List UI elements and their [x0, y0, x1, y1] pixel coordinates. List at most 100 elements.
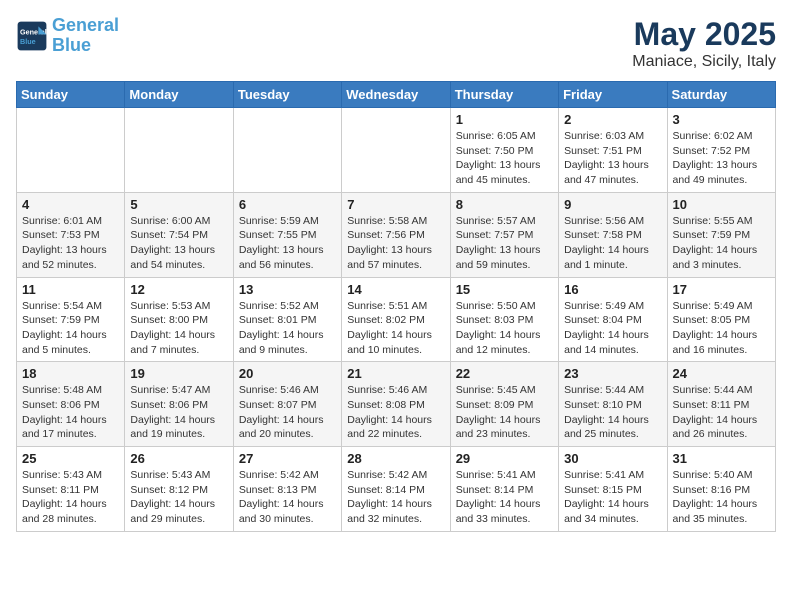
- table-row: 21 Sunrise: 5:46 AMSunset: 8:08 PMDayligh…: [342, 362, 450, 447]
- day-info: Sunrise: 5:57 AMSunset: 7:57 PMDaylight:…: [456, 214, 553, 273]
- day-info: Sunrise: 6:02 AMSunset: 7:52 PMDaylight:…: [673, 129, 770, 188]
- table-row: 16 Sunrise: 5:49 AMSunset: 8:04 PMDayligh…: [559, 277, 667, 362]
- day-info: Sunrise: 5:44 AMSunset: 8:10 PMDaylight:…: [564, 383, 661, 442]
- day-number: 18: [22, 366, 119, 381]
- table-row: 8 Sunrise: 5:57 AMSunset: 7:57 PMDaylight…: [450, 192, 558, 277]
- day-info: Sunrise: 6:05 AMSunset: 7:50 PMDaylight:…: [456, 129, 553, 188]
- table-row: 24Sunrise: 5:44 AMSunset: 8:11 PMDayligh…: [667, 362, 775, 447]
- day-info: Sunrise: 5:46 AMSunset: 8:08 PMDaylight:…: [347, 383, 444, 442]
- day-info: Sunrise: 5:52 AMSunset: 8:01 PMDaylight:…: [239, 299, 336, 358]
- table-row: 23 Sunrise: 5:44 AMSunset: 8:10 PMDayligh…: [559, 362, 667, 447]
- day-info: Sunrise: 6:00 AMSunset: 7:54 PMDaylight:…: [130, 214, 227, 273]
- calendar-header-saturday: Saturday: [667, 82, 775, 108]
- table-row: 2 Sunrise: 6:03 AMSunset: 7:51 PMDaylight…: [559, 108, 667, 193]
- day-number: 13: [239, 282, 336, 297]
- day-number: 17: [673, 282, 770, 297]
- day-number: 10: [673, 197, 770, 212]
- day-number: 12: [130, 282, 227, 297]
- day-number: 23: [564, 366, 661, 381]
- day-number: 25: [22, 451, 119, 466]
- calendar-header-wednesday: Wednesday: [342, 82, 450, 108]
- calendar-week-1: 1 Sunrise: 6:05 AMSunset: 7:50 PMDaylight…: [17, 108, 776, 193]
- table-row: 13 Sunrise: 5:52 AMSunset: 8:01 PMDayligh…: [233, 277, 341, 362]
- day-info: Sunrise: 6:01 AMSunset: 7:53 PMDaylight:…: [22, 214, 119, 273]
- day-info: Sunrise: 5:50 AMSunset: 8:03 PMDaylight:…: [456, 299, 553, 358]
- location: Maniace, Sicily, Italy: [632, 53, 776, 71]
- logo: General Blue GeneralBlue: [16, 16, 119, 56]
- day-number: 27: [239, 451, 336, 466]
- page-header: General Blue GeneralBlue May 2025 Maniac…: [16, 16, 776, 71]
- table-row: 29 Sunrise: 5:41 AMSunset: 8:14 PMDayligh…: [450, 447, 558, 532]
- day-info: Sunrise: 5:47 AMSunset: 8:06 PMDaylight:…: [130, 383, 227, 442]
- day-number: 19: [130, 366, 227, 381]
- table-row: 3 Sunrise: 6:02 AMSunset: 7:52 PMDaylight…: [667, 108, 775, 193]
- day-info: Sunrise: 5:48 AMSunset: 8:06 PMDaylight:…: [22, 383, 119, 442]
- day-number: 8: [456, 197, 553, 212]
- table-row: 31Sunrise: 5:40 AMSunset: 8:16 PMDayligh…: [667, 447, 775, 532]
- table-row: 10 Sunrise: 5:55 AMSunset: 7:59 PMDayligh…: [667, 192, 775, 277]
- table-row: 9 Sunrise: 5:56 AMSunset: 7:58 PMDaylight…: [559, 192, 667, 277]
- calendar-week-4: 18 Sunrise: 5:48 AMSunset: 8:06 PMDayligh…: [17, 362, 776, 447]
- calendar-week-5: 25Sunrise: 5:43 AMSunset: 8:11 PMDayligh…: [17, 447, 776, 532]
- day-number: 20: [239, 366, 336, 381]
- day-number: 5: [130, 197, 227, 212]
- day-number: 1: [456, 112, 553, 127]
- day-number: 11: [22, 282, 119, 297]
- day-info: Sunrise: 5:40 AMSunset: 8:16 PMDaylight:…: [673, 468, 770, 527]
- day-number: 30: [564, 451, 661, 466]
- day-number: 15: [456, 282, 553, 297]
- calendar-header-monday: Monday: [125, 82, 233, 108]
- calendar-week-2: 4 Sunrise: 6:01 AMSunset: 7:53 PMDaylight…: [17, 192, 776, 277]
- table-row: [342, 108, 450, 193]
- day-info: Sunrise: 5:46 AMSunset: 8:07 PMDaylight:…: [239, 383, 336, 442]
- day-number: 16: [564, 282, 661, 297]
- day-info: Sunrise: 5:53 AMSunset: 8:00 PMDaylight:…: [130, 299, 227, 358]
- day-info: Sunrise: 5:49 AMSunset: 8:04 PMDaylight:…: [564, 299, 661, 358]
- table-row: 20 Sunrise: 5:46 AMSunset: 8:07 PMDayligh…: [233, 362, 341, 447]
- day-number: 21: [347, 366, 444, 381]
- calendar-header: SundayMondayTuesdayWednesdayThursdayFrid…: [17, 82, 776, 108]
- day-info: Sunrise: 5:45 AMSunset: 8:09 PMDaylight:…: [456, 383, 553, 442]
- table-row: [233, 108, 341, 193]
- day-number: 4: [22, 197, 119, 212]
- day-number: 29: [456, 451, 553, 466]
- table-row: 19 Sunrise: 5:47 AMSunset: 8:06 PMDayligh…: [125, 362, 233, 447]
- calendar-week-3: 11 Sunrise: 5:54 AMSunset: 7:59 PMDayligh…: [17, 277, 776, 362]
- month-title: May 2025: [632, 16, 776, 53]
- day-number: 24: [673, 366, 770, 381]
- day-number: 7: [347, 197, 444, 212]
- table-row: 17Sunrise: 5:49 AMSunset: 8:05 PMDayligh…: [667, 277, 775, 362]
- table-row: 5 Sunrise: 6:00 AMSunset: 7:54 PMDaylight…: [125, 192, 233, 277]
- day-info: Sunrise: 5:54 AMSunset: 7:59 PMDaylight:…: [22, 299, 119, 358]
- table-row: [17, 108, 125, 193]
- day-info: Sunrise: 5:41 AMSunset: 8:14 PMDaylight:…: [456, 468, 553, 527]
- table-row: 6 Sunrise: 5:59 AMSunset: 7:55 PMDaylight…: [233, 192, 341, 277]
- logo-icon: General Blue: [16, 20, 48, 52]
- table-row: 4 Sunrise: 6:01 AMSunset: 7:53 PMDaylight…: [17, 192, 125, 277]
- table-row: 14Sunrise: 5:51 AMSunset: 8:02 PMDayligh…: [342, 277, 450, 362]
- title-block: May 2025 Maniace, Sicily, Italy: [632, 16, 776, 71]
- day-info: Sunrise: 5:42 AMSunset: 8:13 PMDaylight:…: [239, 468, 336, 527]
- day-info: Sunrise: 5:59 AMSunset: 7:55 PMDaylight:…: [239, 214, 336, 273]
- table-row: 18 Sunrise: 5:48 AMSunset: 8:06 PMDayligh…: [17, 362, 125, 447]
- day-number: 3: [673, 112, 770, 127]
- calendar-header-tuesday: Tuesday: [233, 82, 341, 108]
- table-row: 7Sunrise: 5:58 AMSunset: 7:56 PMDaylight…: [342, 192, 450, 277]
- calendar-header-thursday: Thursday: [450, 82, 558, 108]
- day-number: 6: [239, 197, 336, 212]
- day-info: Sunrise: 5:56 AMSunset: 7:58 PMDaylight:…: [564, 214, 661, 273]
- day-info: Sunrise: 5:55 AMSunset: 7:59 PMDaylight:…: [673, 214, 770, 273]
- table-row: 28Sunrise: 5:42 AMSunset: 8:14 PMDayligh…: [342, 447, 450, 532]
- day-number: 2: [564, 112, 661, 127]
- calendar-header-sunday: Sunday: [17, 82, 125, 108]
- day-info: Sunrise: 5:51 AMSunset: 8:02 PMDaylight:…: [347, 299, 444, 358]
- day-info: Sunrise: 6:03 AMSunset: 7:51 PMDaylight:…: [564, 129, 661, 188]
- table-row: 30Sunrise: 5:41 AMSunset: 8:15 PMDayligh…: [559, 447, 667, 532]
- table-row: 1 Sunrise: 6:05 AMSunset: 7:50 PMDaylight…: [450, 108, 558, 193]
- table-row: 15 Sunrise: 5:50 AMSunset: 8:03 PMDayligh…: [450, 277, 558, 362]
- table-row: 25Sunrise: 5:43 AMSunset: 8:11 PMDayligh…: [17, 447, 125, 532]
- table-row: 22Sunrise: 5:45 AMSunset: 8:09 PMDayligh…: [450, 362, 558, 447]
- calendar-table: SundayMondayTuesdayWednesdayThursdayFrid…: [16, 81, 776, 532]
- table-row: [125, 108, 233, 193]
- day-number: 9: [564, 197, 661, 212]
